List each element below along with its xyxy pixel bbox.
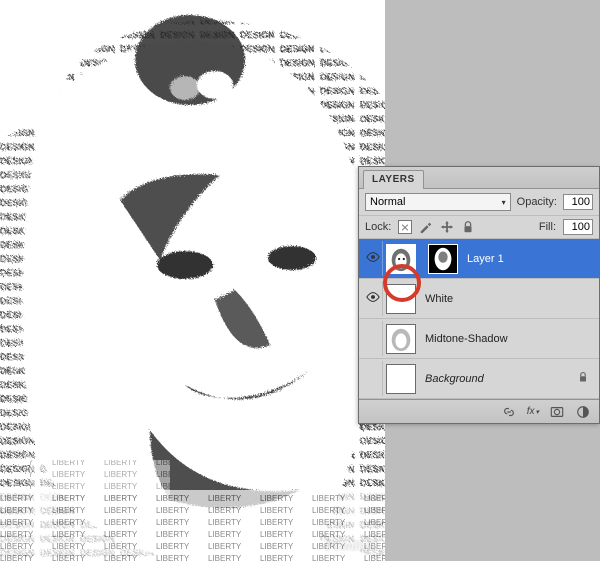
new-adjustment-button[interactable] [575,404,591,420]
layer-name[interactable]: Midtone-Shadow [419,333,508,345]
opacity-label: Opacity: [517,196,557,208]
link-layers-button[interactable] [501,404,517,420]
chevron-down-icon: ▾ [502,198,506,207]
visibility-toggle[interactable] [363,361,383,396]
lock-label: Lock: [365,221,391,233]
visibility-toggle[interactable] [363,241,383,276]
lock-brush-icon[interactable] [419,220,433,234]
lock-move-icon[interactable] [440,220,454,234]
layer-thumbnail[interactable] [386,324,416,354]
layers-tab[interactable]: LAYERS [363,170,424,189]
layer-thumbnail[interactable] [386,244,416,274]
layer-row-white[interactable]: White [359,279,599,319]
eye-icon [366,250,380,267]
eye-icon [366,290,380,307]
panel-tabbar: LAYERS [359,167,599,189]
layer-thumbnail[interactable] [386,364,416,394]
blend-mode-select[interactable]: Normal ▾ [365,193,511,211]
chevron-down-icon: ▾ [535,408,539,416]
layer-thumbnail[interactable] [386,284,416,314]
lock-transparency-button[interactable] [398,220,412,234]
layers-panel-footer: fx▾ [359,399,599,423]
blend-opacity-row: Normal ▾ Opacity: 100 [359,189,599,216]
layer-name[interactable]: White [419,293,453,305]
layers-panel: LAYERS Normal ▾ Opacity: 100 Lock: Fill:… [358,166,600,424]
layer-name[interactable]: Background [419,373,484,385]
app-stage: DESIGN LIBERTY [0,0,600,561]
layer-row-midtone[interactable]: Midtone-Shadow [359,319,599,359]
blend-mode-value: Normal [370,196,405,208]
visibility-toggle[interactable] [363,321,383,356]
layer-name[interactable]: Layer 1 [461,253,504,265]
layer-fx-button[interactable]: fx▾ [527,406,539,417]
add-mask-button[interactable] [549,404,565,420]
layer-mask-thumbnail[interactable] [428,244,458,274]
lock-all-icon[interactable] [461,220,475,234]
layers-list: Layer 1 White Midtone-Shadow Backgrou [359,239,599,399]
lock-icon [577,371,589,386]
document-canvas[interactable]: DESIGN LIBERTY [0,0,385,561]
opacity-field[interactable]: 100 [563,194,593,210]
fill-label: Fill: [539,221,556,233]
lock-fill-row: Lock: Fill: 100 [359,216,599,239]
layer-row-layer1[interactable]: Layer 1 [359,239,599,279]
watermark-main: Pconline [325,539,375,555]
fill-field[interactable]: 100 [563,219,593,235]
artwork-portrait: DESIGN LIBERTY [0,0,385,561]
visibility-toggle[interactable] [363,281,383,316]
layer-row-background[interactable]: Background [359,359,599,399]
